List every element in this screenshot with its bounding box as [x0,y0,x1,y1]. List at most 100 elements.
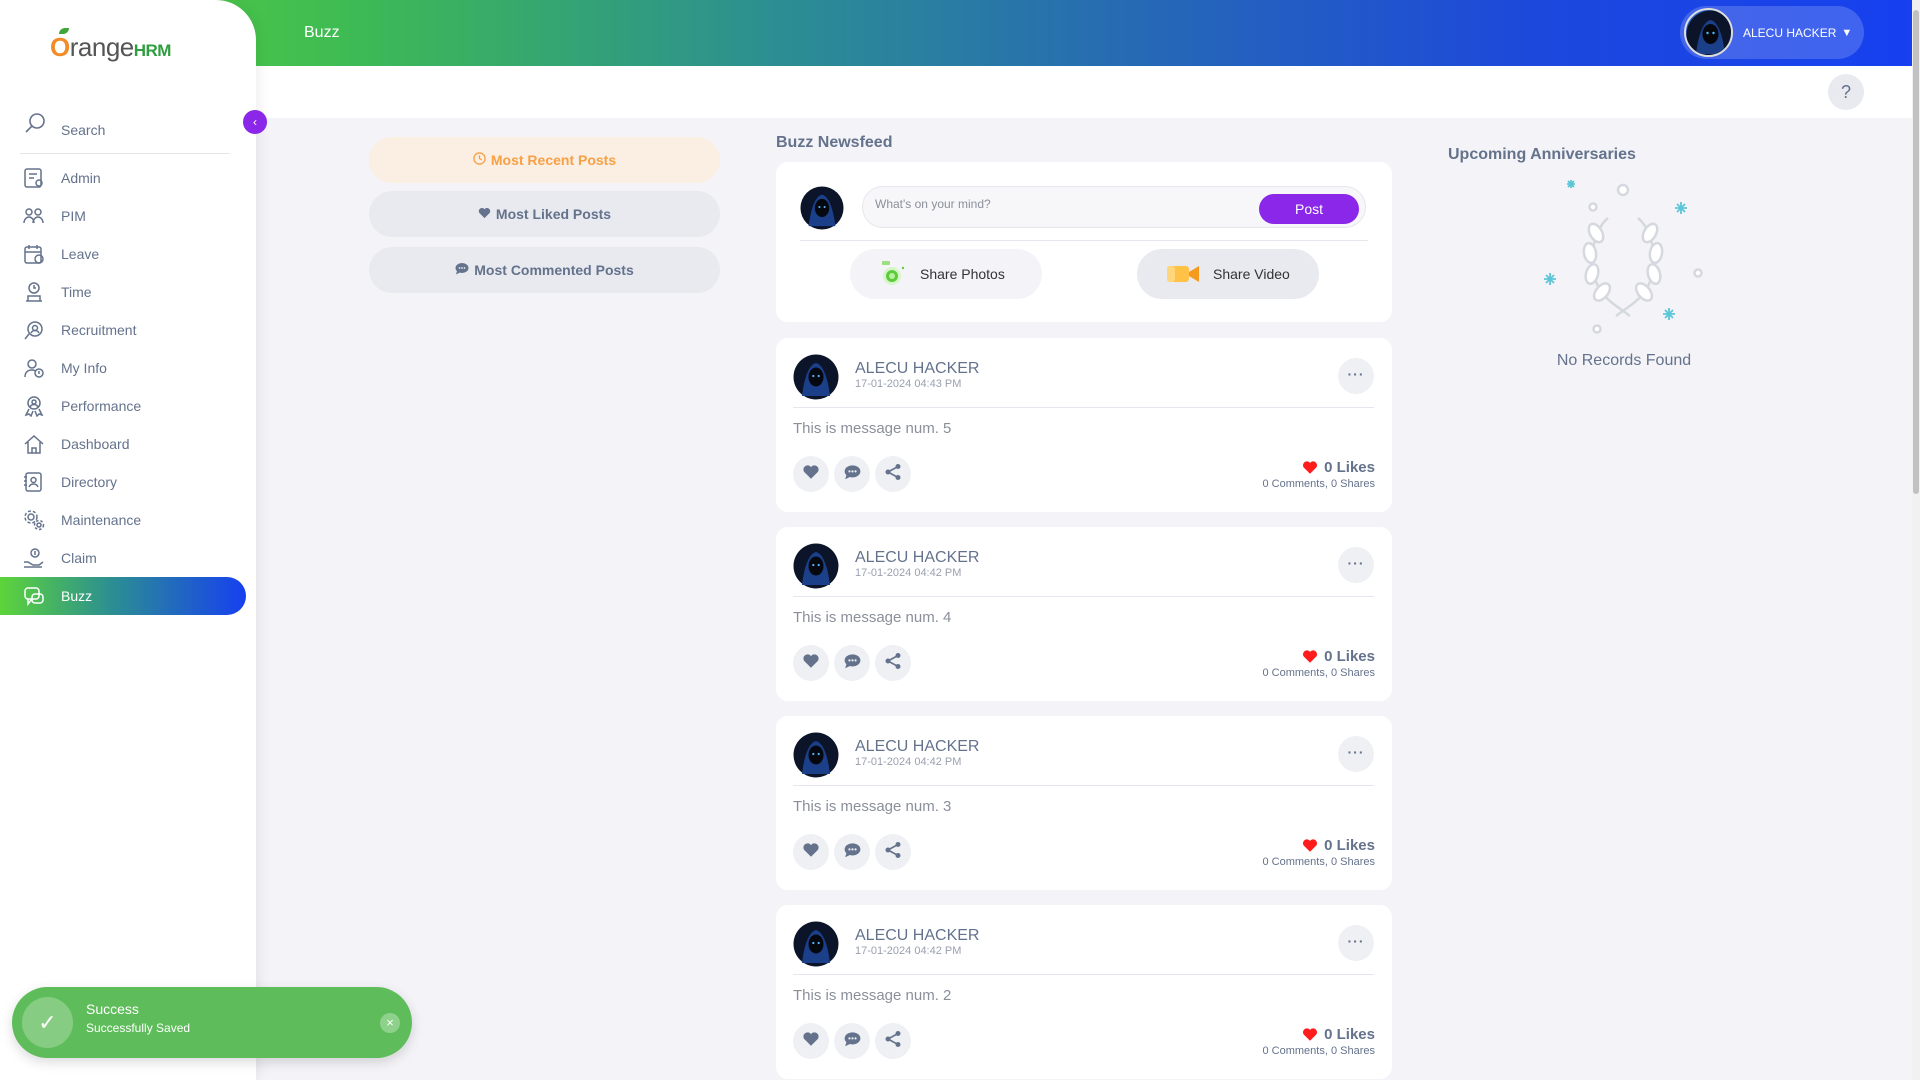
compose-input[interactable] [875,197,1255,211]
sidebar-item-time[interactable]: Time [0,273,256,311]
heart-filled-icon [1302,460,1318,479]
likes-label: 0 Likes [1324,459,1375,476]
sidebar-item-label: Time [61,284,92,300]
sidebar-item-admin[interactable]: Admin [0,159,256,197]
shares-count[interactable]: 0 Shares [1331,667,1375,679]
sidebar-item-maintenance[interactable]: Maintenance [0,501,256,539]
laurel-wreath-icon [1538,178,1708,338]
shares-count[interactable]: 0 Shares [1331,1045,1375,1057]
sidebar-item-pim[interactable]: PIM [0,197,256,235]
sidebar-item-label: Performance [61,398,142,414]
sidebar-item-label: Maintenance [61,512,142,528]
more-options-button[interactable]: ··· [1338,547,1374,583]
ellipsis-icon: ··· [1347,933,1365,949]
ellipsis-icon: ··· [1347,366,1365,382]
heart-filled-icon [1302,1027,1318,1046]
comment-button[interactable] [834,456,870,492]
share-button[interactable] [875,1023,911,1059]
comment-button[interactable] [834,834,870,870]
share-photos-label: Share Photos [920,266,1005,282]
comment-button[interactable] [834,1023,870,1059]
comments-count[interactable]: 0 Comments [1262,667,1324,679]
help-button[interactable]: ? [1828,74,1864,110]
comments-shares: 0 Comments, 0 Shares [1262,1045,1375,1057]
sidebar-item-label: Dashboard [61,436,130,452]
toast-message: Successfully Saved [86,1021,191,1035]
sidebar-item-performance[interactable]: Performance [0,387,256,425]
sidebar-item-recruitment[interactable]: Recruitment [0,311,256,349]
scrollbar-thumb[interactable] [1913,10,1919,494]
heart-icon [802,1031,820,1052]
collapse-sidebar-button[interactable]: ‹ [243,110,267,134]
post-button[interactable]: Post [1259,194,1359,224]
share-video-button[interactable]: Share Video [1137,249,1319,299]
comment-button[interactable] [834,645,870,681]
leave-icon [22,242,46,266]
avatar [800,186,844,230]
share-button[interactable] [875,645,911,681]
close-icon[interactable]: × [380,1013,400,1033]
shares-count[interactable]: 0 Shares [1331,478,1375,490]
share-photos-button[interactable]: Share Photos [850,249,1042,299]
camera-icon [880,261,906,287]
comments-count[interactable]: 0 Comments [1262,856,1324,868]
sidebar-item-label: Recruitment [61,322,137,338]
sidebar-item-label: Buzz [61,588,93,604]
share-button[interactable] [875,456,911,492]
heart-icon [802,842,820,863]
sidebar-item-claim[interactable]: Claim [0,539,256,577]
post-card: ALECU HACKER 17-01-2024 04:42 PM ··· Thi… [776,527,1392,701]
clock-icon [473,152,486,168]
sidebar-item-dashboard[interactable]: Dashboard [0,425,256,463]
divider [800,240,1368,241]
comments-count[interactable]: 0 Comments [1262,478,1324,490]
like-button[interactable] [793,1023,829,1059]
likes-count: 0 Likes [1302,834,1375,857]
heart-icon [802,464,820,485]
shares-count[interactable]: 0 Shares [1331,856,1375,868]
comment-icon [844,842,861,863]
filter-most-commented-posts[interactable]: Most Commented Posts [369,247,720,293]
avatar[interactable] [793,732,839,778]
user-menu[interactable]: ALECU HACKER ▼ [1680,6,1864,59]
avatar[interactable] [793,543,839,589]
page-title: Buzz [304,24,340,41]
more-options-button[interactable]: ··· [1338,925,1374,961]
search-icon [24,112,46,134]
like-button[interactable] [793,456,829,492]
share-icon [884,841,902,864]
like-button[interactable] [793,834,829,870]
sidebar-search[interactable]: Search [20,110,230,154]
user-avatar [1684,8,1733,57]
more-options-button[interactable]: ··· [1338,736,1374,772]
likes-count: 0 Likes [1302,1023,1375,1046]
dashboard-icon [22,432,46,456]
post-date: 17-01-2024 04:42 PM [855,567,962,579]
post-date: 17-01-2024 04:42 PM [855,945,962,957]
sidebar-item-buzz[interactable]: Buzz [0,577,246,615]
sidebar-item-label: Leave [61,246,100,262]
sidebar-item-leave[interactable]: Leave [0,235,256,273]
sidebar-item-directory[interactable]: Directory [0,463,256,501]
maintenance-icon [22,508,46,532]
performance-icon [22,394,46,418]
post-author: ALECU HACKER [855,360,980,377]
user-name: ALECU HACKER [1743,25,1837,40]
post-date: 17-01-2024 04:43 PM [855,378,962,390]
sidebar-item-my-info[interactable]: My Info [0,349,256,387]
more-options-button[interactable]: ··· [1338,358,1374,394]
share-button[interactable] [875,834,911,870]
orangehrm-logo[interactable]: OrangeHRM [50,28,171,63]
avatar[interactable] [793,354,839,400]
post-date: 17-01-2024 04:42 PM [855,756,962,768]
comments-count[interactable]: 0 Comments [1262,1045,1324,1057]
avatar[interactable] [793,921,839,967]
buzz-icon [22,584,46,608]
share-icon [884,1030,902,1053]
chevron-left-icon: ‹ [253,115,257,129]
share-icon [884,652,902,675]
like-button[interactable] [793,645,829,681]
filter-most-recent-posts[interactable]: Most Recent Posts [369,137,720,183]
filter-most-liked-posts[interactable]: Most Liked Posts [369,191,720,237]
directory-icon [22,470,46,494]
